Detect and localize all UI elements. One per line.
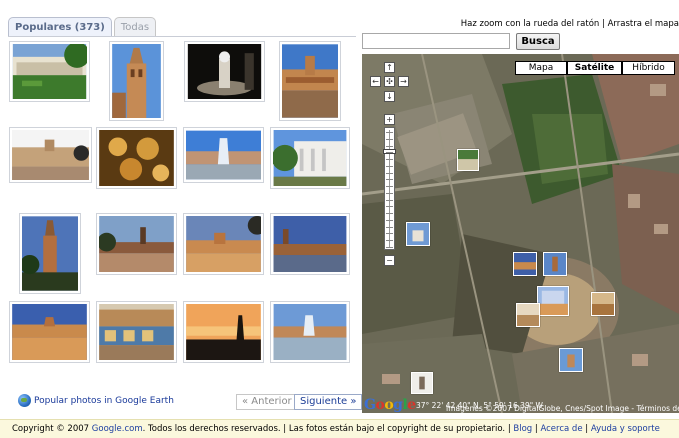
zoom-tick (386, 145, 393, 147)
photo-thumbnail[interactable] (96, 127, 177, 189)
zoom-out-button[interactable]: − (384, 255, 395, 266)
zoom-tick (386, 179, 393, 181)
map-photo-marker[interactable] (516, 303, 540, 327)
zoom-tick (386, 226, 393, 228)
pan-up-button[interactable]: ↑ (384, 62, 395, 73)
footer-rights-text: . Todos los derechos reservados. | Las f… (142, 424, 514, 434)
footer-help-link[interactable]: Ayuda y soporte (591, 424, 660, 434)
zoom-tick (386, 206, 393, 208)
search-button[interactable]: Busca (516, 33, 560, 50)
photo-grid (0, 0, 360, 390)
photo-thumbnail[interactable] (9, 301, 90, 363)
map-imagery-credit: Imágenes ©2007 DigitalGlobe, Cnes/Spot I… (446, 404, 679, 413)
google-earth-link-label: Popular photos in Google Earth (34, 395, 174, 406)
footer-separator: | (582, 424, 591, 434)
footer-copyright-text: Copyright © 2007 (12, 424, 92, 434)
footer-about-link[interactable]: Acerca de (540, 424, 582, 434)
search-input[interactable] (362, 33, 510, 49)
photo-thumbnail[interactable] (109, 41, 164, 121)
globe-icon (18, 394, 31, 407)
zoom-tick (386, 152, 393, 154)
zoom-tick (386, 138, 393, 140)
zoom-tick (386, 165, 393, 167)
photo-thumbnail[interactable] (183, 301, 264, 363)
google-earth-link[interactable]: Popular photos in Google Earth (18, 394, 174, 407)
photo-thumbnail[interactable] (19, 213, 81, 294)
zoom-tick (386, 132, 393, 133)
pan-down-button[interactable]: ↓ (384, 91, 395, 102)
photo-thumbnail[interactable] (270, 301, 350, 363)
map-photo-marker[interactable] (513, 252, 537, 276)
zoom-tick (386, 172, 393, 174)
page-footer: Copyright © 2007 Google.com. Todos los d… (0, 419, 679, 438)
map-photo-marker[interactable] (591, 292, 615, 316)
photo-thumbnail[interactable] (9, 41, 90, 102)
map-usage-hint: Haz zoom con la rueda del ratón | Arrast… (460, 19, 679, 29)
zoom-tick (386, 233, 393, 235)
zoom-tick (386, 159, 393, 161)
map-photo-marker[interactable] (537, 286, 569, 316)
next-page-button[interactable]: Siguiente » (294, 394, 363, 410)
zoom-tick (386, 219, 393, 221)
previous-page-button[interactable]: « Anterior (236, 394, 298, 410)
map-photo-marker[interactable] (411, 372, 433, 394)
map-photo-marker[interactable] (406, 222, 430, 246)
photo-thumbnail[interactable] (96, 213, 177, 275)
pan-center-button[interactable]: ✣ (384, 76, 395, 87)
footer-google-link[interactable]: Google.com (92, 424, 143, 434)
google-logo: Google (364, 397, 416, 413)
zoom-tick (386, 192, 393, 194)
zoom-tick (386, 199, 393, 201)
pan-right-button[interactable]: → (398, 76, 409, 87)
map-photo-marker[interactable] (457, 149, 479, 171)
photo-thumbnail[interactable] (279, 41, 341, 121)
map-photo-marker[interactable] (559, 348, 583, 372)
satellite-map[interactable]: Mapa Satélite Híbrido ↑ ← ✣ → ↓ + − Goog… (362, 54, 679, 413)
zoom-tick (386, 213, 393, 215)
photo-thumbnail[interactable] (270, 127, 350, 189)
zoom-slider[interactable] (383, 127, 396, 250)
photo-thumbnail[interactable] (96, 301, 177, 363)
footer-blog-link[interactable]: Blog (513, 424, 532, 434)
map-type-map-button[interactable]: Mapa (515, 61, 567, 75)
map-type-hybrid-button[interactable]: Híbrido (622, 61, 675, 75)
photo-thumbnail[interactable] (183, 127, 264, 183)
zoom-tick (386, 186, 393, 188)
map-photo-marker[interactable] (543, 252, 567, 276)
pan-left-button[interactable]: ← (370, 76, 381, 87)
zoom-tick (386, 247, 393, 248)
photo-thumbnail[interactable] (183, 213, 264, 275)
map-type-satellite-button[interactable]: Satélite (567, 61, 622, 75)
zoom-in-button[interactable]: + (384, 114, 395, 125)
photo-thumbnail[interactable] (270, 213, 350, 275)
photo-thumbnail[interactable] (184, 41, 265, 102)
photo-thumbnail[interactable] (9, 127, 92, 183)
zoom-tick (386, 240, 393, 242)
